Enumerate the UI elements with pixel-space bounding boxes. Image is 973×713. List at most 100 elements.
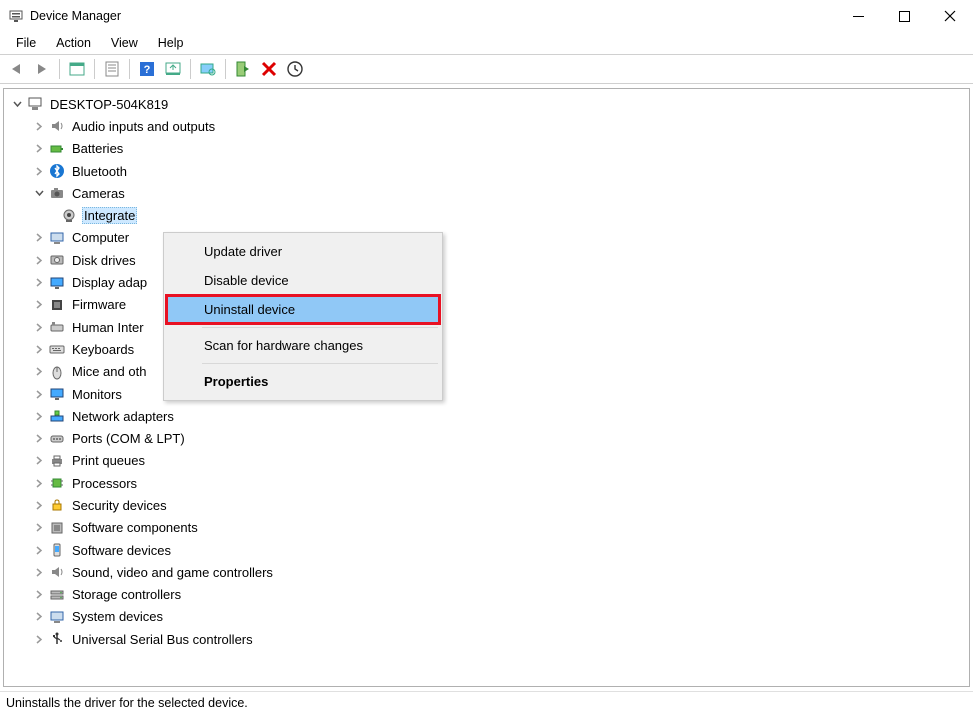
category-batteries[interactable]: Batteries <box>10 138 969 160</box>
help-button[interactable]: ? <box>135 57 159 81</box>
category-system[interactable]: System devices <box>10 606 969 628</box>
menu-file[interactable]: File <box>6 34 46 52</box>
device-integrated-webcam[interactable]: Integrate <box>10 204 969 226</box>
maximize-button[interactable] <box>881 0 927 32</box>
chevron-right-icon[interactable] <box>32 365 46 379</box>
properties-button[interactable] <box>100 57 124 81</box>
menu-help[interactable]: Help <box>148 34 194 52</box>
computer-icon <box>26 95 44 113</box>
category-keyboards[interactable]: Keyboards <box>10 338 969 360</box>
category-label: Cameras <box>70 185 127 202</box>
uninstall-button[interactable] <box>257 57 281 81</box>
category-computer[interactable]: Computer <box>10 227 969 249</box>
showhide-button[interactable] <box>65 57 89 81</box>
chevron-right-icon[interactable] <box>32 298 46 312</box>
chevron-right-icon[interactable] <box>32 610 46 624</box>
swcomp-icon <box>48 519 66 537</box>
update-driver-button[interactable] <box>161 57 185 81</box>
camera-icon <box>48 184 66 202</box>
device-tree[interactable]: DESKTOP-504K819 Audio inputs and outputs… <box>3 88 970 687</box>
category-label: System devices <box>70 608 165 625</box>
chevron-right-icon[interactable] <box>32 164 46 178</box>
root-node[interactable]: DESKTOP-504K819 <box>10 93 969 115</box>
chevron-down-icon[interactable] <box>32 186 46 200</box>
scan-button[interactable] <box>196 57 220 81</box>
category-label: Firmware <box>70 296 128 313</box>
toolbar-separator <box>190 59 191 79</box>
window-title: Device Manager <box>30 9 835 23</box>
menu-action[interactable]: Action <box>46 34 101 52</box>
usb-icon <box>48 630 66 648</box>
display-icon <box>48 274 66 292</box>
root-label: DESKTOP-504K819 <box>48 96 170 113</box>
category-swdev[interactable]: Software devices <box>10 539 969 561</box>
chevron-down-icon[interactable] <box>10 97 24 111</box>
category-label: Universal Serial Bus controllers <box>70 631 255 648</box>
enable-button[interactable] <box>231 57 255 81</box>
category-bluetooth[interactable]: Bluetooth <box>10 160 969 182</box>
category-label: Security devices <box>70 497 169 514</box>
category-disk-drives[interactable]: Disk drives <box>10 249 969 271</box>
category-cameras[interactable]: Cameras <box>10 182 969 204</box>
category-storage[interactable]: Storage controllers <box>10 584 969 606</box>
ctx-update-driver[interactable]: Update driver <box>166 237 440 266</box>
category-mice[interactable]: Mice and oth <box>10 361 969 383</box>
chevron-right-icon[interactable] <box>32 142 46 156</box>
category-hid[interactable]: Human Inter <box>10 316 969 338</box>
category-sound[interactable]: Sound, video and game controllers <box>10 561 969 583</box>
category-printers[interactable]: Print queues <box>10 450 969 472</box>
chevron-right-icon[interactable] <box>32 476 46 490</box>
chevron-right-icon[interactable] <box>32 565 46 579</box>
mouse-icon <box>48 363 66 381</box>
chevron-right-icon[interactable] <box>32 253 46 267</box>
context-menu: Update driver Disable device Uninstall d… <box>163 232 443 401</box>
forward-button[interactable] <box>30 57 54 81</box>
battery-icon <box>48 140 66 158</box>
device-label: Integrate <box>82 207 137 224</box>
action-button[interactable] <box>283 57 307 81</box>
ctx-separator <box>202 363 438 364</box>
window-controls <box>835 0 973 32</box>
security-icon <box>48 496 66 514</box>
category-audio[interactable]: Audio inputs and outputs <box>10 115 969 137</box>
ctx-disable-device[interactable]: Disable device <box>166 266 440 295</box>
chevron-right-icon[interactable] <box>32 320 46 334</box>
minimize-button[interactable] <box>835 0 881 32</box>
chevron-right-icon[interactable] <box>32 498 46 512</box>
category-label: Human Inter <box>70 319 146 336</box>
close-button[interactable] <box>927 0 973 32</box>
chevron-right-icon[interactable] <box>32 632 46 646</box>
monitor-icon <box>48 385 66 403</box>
category-swcomp[interactable]: Software components <box>10 517 969 539</box>
category-ports[interactable]: Ports (COM & LPT) <box>10 427 969 449</box>
chevron-right-icon[interactable] <box>32 521 46 535</box>
category-display[interactable]: Display adap <box>10 271 969 293</box>
chevron-right-icon[interactable] <box>32 409 46 423</box>
ctx-scan-hardware[interactable]: Scan for hardware changes <box>166 331 440 360</box>
category-label: Monitors <box>70 386 124 403</box>
printer-icon <box>48 452 66 470</box>
network-icon <box>48 407 66 425</box>
category-label: Processors <box>70 475 139 492</box>
chevron-right-icon[interactable] <box>32 454 46 468</box>
back-button[interactable] <box>4 57 28 81</box>
category-usb[interactable]: Universal Serial Bus controllers <box>10 628 969 650</box>
category-processors[interactable]: Processors <box>10 472 969 494</box>
chevron-right-icon[interactable] <box>32 276 46 290</box>
chevron-right-icon[interactable] <box>32 432 46 446</box>
chevron-right-icon[interactable] <box>32 119 46 133</box>
chevron-right-icon[interactable] <box>32 387 46 401</box>
webcam-icon <box>60 207 78 225</box>
ctx-properties[interactable]: Properties <box>166 367 440 396</box>
category-network[interactable]: Network adapters <box>10 405 969 427</box>
chevron-right-icon[interactable] <box>32 543 46 557</box>
system-icon <box>48 608 66 626</box>
category-firmware[interactable]: Firmware <box>10 294 969 316</box>
chevron-right-icon[interactable] <box>32 588 46 602</box>
menu-view[interactable]: View <box>101 34 148 52</box>
ctx-uninstall-device[interactable]: Uninstall device <box>166 295 440 324</box>
category-security[interactable]: Security devices <box>10 494 969 516</box>
chevron-right-icon[interactable] <box>32 342 46 356</box>
chevron-right-icon[interactable] <box>32 231 46 245</box>
category-monitors[interactable]: Monitors <box>10 383 969 405</box>
